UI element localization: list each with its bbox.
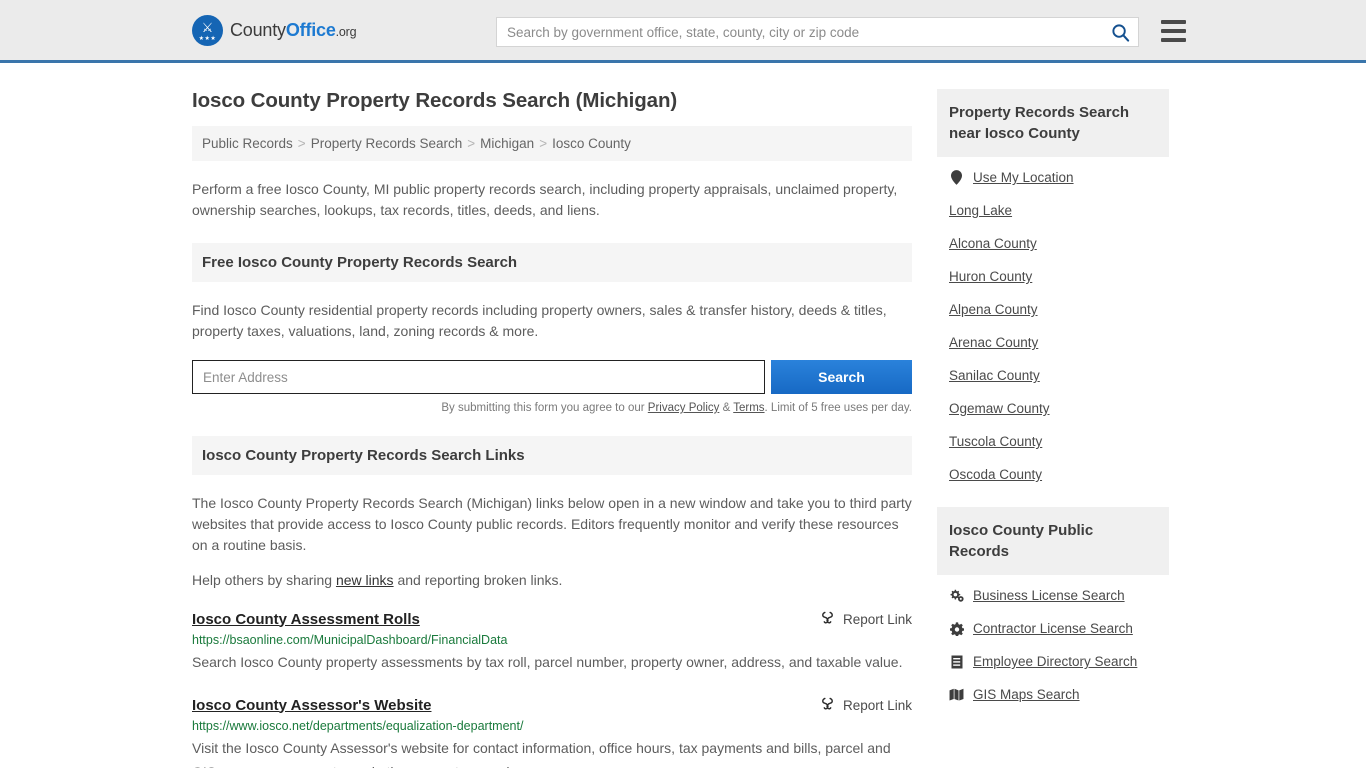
link-result-url: https://bsaonline.com/MunicipalDashboard… bbox=[192, 633, 508, 647]
links-section-heading: Iosco County Property Records Search Lin… bbox=[192, 436, 912, 475]
hamburger-menu-icon[interactable] bbox=[1161, 20, 1186, 42]
sidebar-item-long-lake[interactable]: Long Lake bbox=[937, 194, 1169, 227]
help-prefix: Help others by sharing bbox=[192, 572, 336, 588]
breadcrumb-separator: > bbox=[539, 136, 548, 151]
sidebar-nearby-list: Use My Location Long Lake Alcona County … bbox=[937, 161, 1169, 491]
report-link-button[interactable]: Report Link bbox=[820, 610, 912, 628]
sidebar-item-label[interactable]: Use My Location bbox=[973, 170, 1074, 185]
main-content: Iosco County Property Records Search (Mi… bbox=[192, 63, 912, 768]
breadcrumb-item-property-records-search[interactable]: Property Records Search bbox=[311, 136, 463, 151]
site-logo[interactable]: ⚔ ★★★ CountyOffice.org bbox=[192, 14, 357, 46]
sidebar-item-label[interactable]: Long Lake bbox=[949, 203, 1012, 218]
cogs-icon bbox=[949, 589, 964, 603]
page-container: Iosco County Property Records Search (Mi… bbox=[0, 63, 1366, 768]
sidebar-public-records-heading: Iosco County Public Records bbox=[937, 507, 1169, 575]
sidebar-item-label[interactable]: GIS Maps Search bbox=[973, 687, 1080, 702]
link-result: Iosco County Assessment Rolls Report Lin… bbox=[192, 610, 912, 674]
sidebar-nearby-heading: Property Records Search near Iosco Count… bbox=[937, 89, 1169, 157]
disclaimer-amp: & bbox=[719, 402, 734, 414]
sidebar-item-label[interactable]: Business License Search bbox=[973, 588, 1125, 603]
sidebar-item-employee-directory-search[interactable]: Employee Directory Search bbox=[937, 645, 1169, 678]
sidebar-item-use-my-location[interactable]: Use My Location bbox=[937, 161, 1169, 194]
sidebar-item-label[interactable]: Contractor License Search bbox=[973, 621, 1133, 636]
site-header: ⚔ ★★★ CountyOffice.org bbox=[0, 0, 1366, 63]
disclaimer-prefix: By submitting this form you agree to our bbox=[441, 402, 648, 414]
sidebar-item-label[interactable]: Alcona County bbox=[949, 236, 1037, 251]
breadcrumb-item-iosco-county[interactable]: Iosco County bbox=[552, 136, 631, 151]
address-search-button[interactable]: Search bbox=[771, 360, 912, 394]
sidebar-item-label[interactable]: Sanilac County bbox=[949, 368, 1040, 383]
sidebar-item-huron-county[interactable]: Huron County bbox=[937, 260, 1169, 293]
link-result-description: Visit the Iosco County Assessor's websit… bbox=[192, 740, 891, 768]
sidebar-public-records-list: Business License Search Contractor Licen… bbox=[937, 579, 1169, 711]
sidebar-item-tuscola-county[interactable]: Tuscola County bbox=[937, 425, 1169, 458]
search-icon[interactable] bbox=[1102, 18, 1138, 46]
sidebar-item-arenac-county[interactable]: Arenac County bbox=[937, 326, 1169, 359]
sidebar-item-label[interactable]: Ogemaw County bbox=[949, 401, 1050, 416]
links-section-description: The Iosco County Property Records Search… bbox=[192, 495, 912, 553]
help-suffix: and reporting broken links. bbox=[393, 572, 563, 588]
map-pin-icon bbox=[949, 170, 964, 185]
search-input[interactable] bbox=[497, 18, 1102, 46]
breadcrumb-separator: > bbox=[297, 136, 306, 151]
map-icon bbox=[949, 688, 964, 701]
logo-text-dotorg: .org bbox=[335, 24, 357, 39]
logo-text: CountyOffice.org bbox=[230, 19, 357, 41]
sidebar-item-label[interactable]: Alpena County bbox=[949, 302, 1038, 317]
terms-link[interactable]: Terms bbox=[733, 402, 764, 414]
broken-link-icon bbox=[820, 610, 835, 628]
gear-icon bbox=[949, 621, 964, 636]
disclaimer-suffix: . Limit of 5 free uses per day. bbox=[764, 402, 912, 414]
breadcrumb-item-public-records[interactable]: Public Records bbox=[202, 136, 293, 151]
page-title: Iosco County Property Records Search (Mi… bbox=[192, 89, 678, 112]
sidebar-item-oscoda-county[interactable]: Oscoda County bbox=[937, 458, 1169, 491]
breadcrumb: Public Records > Property Records Search > M… bbox=[192, 126, 912, 161]
link-result-header: Iosco County Assessor's Website Report L… bbox=[192, 696, 912, 714]
link-result-description: Search Iosco County property assessments… bbox=[192, 654, 903, 670]
report-link-button[interactable]: Report Link bbox=[820, 696, 912, 714]
sidebar-item-label[interactable]: Arenac County bbox=[949, 335, 1038, 350]
address-search-form: Search bbox=[192, 360, 912, 394]
broken-link-icon bbox=[820, 696, 835, 714]
breadcrumb-item-michigan[interactable]: Michigan bbox=[480, 136, 534, 151]
sidebar-item-label[interactable]: Tuscola County bbox=[949, 434, 1042, 449]
report-link-label: Report Link bbox=[842, 697, 912, 713]
free-search-heading: Free Iosco County Property Records Searc… bbox=[192, 243, 912, 282]
free-search-description: Find Iosco County residential property r… bbox=[192, 302, 887, 339]
address-input[interactable] bbox=[192, 360, 765, 394]
sidebar-item-sanilac-county[interactable]: Sanilac County bbox=[937, 359, 1169, 392]
sidebar-item-ogemaw-county[interactable]: Ogemaw County bbox=[937, 392, 1169, 425]
sidebar-item-label[interactable]: Oscoda County bbox=[949, 467, 1042, 482]
sidebar-item-gis-maps-search[interactable]: GIS Maps Search bbox=[937, 678, 1169, 711]
sidebar-item-business-license-search[interactable]: Business License Search bbox=[937, 579, 1169, 612]
sidebar-item-alpena-county[interactable]: Alpena County bbox=[937, 293, 1169, 326]
report-link-label: Report Link bbox=[842, 611, 912, 627]
link-result-title[interactable]: Iosco County Assessor's Website bbox=[192, 697, 431, 714]
list-book-icon bbox=[949, 655, 964, 669]
sidebar-item-alcona-county[interactable]: Alcona County bbox=[937, 227, 1169, 260]
link-result: Iosco County Assessor's Website Report L… bbox=[192, 696, 912, 768]
sidebar: Property Records Search near Iosco Count… bbox=[937, 63, 1169, 768]
help-line: Help others by sharing new links and rep… bbox=[192, 572, 912, 588]
logo-text-office: Office bbox=[285, 19, 336, 40]
sidebar-item-label[interactable]: Employee Directory Search bbox=[973, 654, 1137, 669]
link-result-header: Iosco County Assessment Rolls Report Lin… bbox=[192, 610, 912, 628]
eagle-shield-icon: ⚔ ★★★ bbox=[192, 14, 223, 46]
sidebar-item-label[interactable]: Huron County bbox=[949, 269, 1032, 284]
new-links-link[interactable]: new links bbox=[336, 572, 394, 588]
sidebar-item-contractor-license-search[interactable]: Contractor License Search bbox=[937, 612, 1169, 645]
page-intro-text: Perform a free Iosco County, MI public p… bbox=[192, 181, 898, 218]
breadcrumb-separator: > bbox=[467, 136, 476, 151]
form-disclaimer: By submitting this form you agree to our… bbox=[192, 402, 912, 414]
header-search-box[interactable] bbox=[496, 17, 1139, 47]
link-result-title[interactable]: Iosco County Assessment Rolls bbox=[192, 611, 420, 628]
logo-text-county: County bbox=[230, 19, 286, 40]
link-result-url: https://www.iosco.net/departments/equali… bbox=[192, 719, 524, 733]
privacy-policy-link[interactable]: Privacy Policy bbox=[648, 402, 720, 414]
